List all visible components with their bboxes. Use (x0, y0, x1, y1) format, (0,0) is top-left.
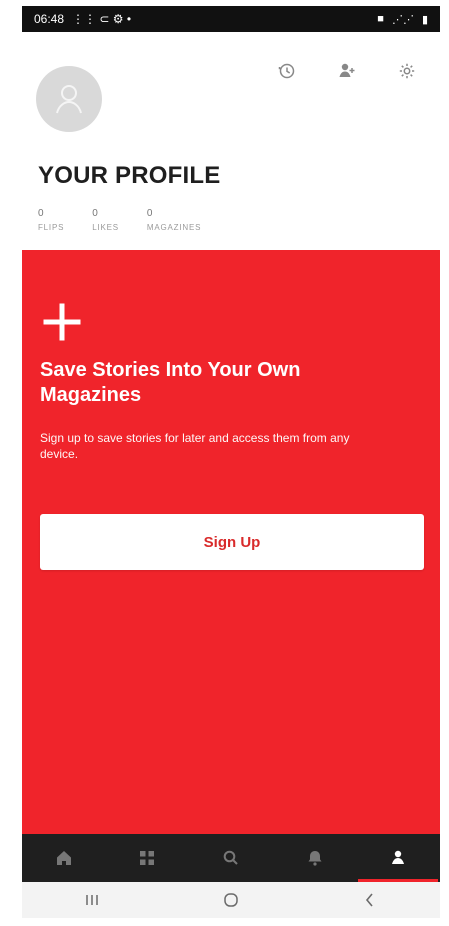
likes-label: LIKES (92, 223, 119, 232)
promo-title: Save Stories Into Your Own Magazines (40, 359, 301, 406)
status-left: 06:48 ⋮⋮ ⊂ ⚙ • (34, 12, 131, 26)
profile-tab[interactable] (381, 841, 415, 875)
bottom-tab-bar (22, 834, 440, 882)
status-right: ■ ⋰⋰ ▮ (377, 13, 428, 26)
flips-stat[interactable]: 0 FLIPS (38, 208, 64, 232)
avatar[interactable] (36, 66, 102, 132)
magazines-label: MAGAZINES (146, 223, 202, 232)
magazines-count: 0 (146, 208, 153, 219)
status-bar: 06:48 ⋮⋮ ⊂ ⚙ • ■ ⋰⋰ ▮ (22, 6, 440, 32)
avatar-user-icon (56, 85, 82, 114)
notification-icon (308, 851, 322, 866)
android-navigation-bar (22, 882, 440, 918)
battery-saver-icon: ■ (377, 13, 384, 25)
notifications-tab[interactable] (298, 841, 332, 875)
promo-description: Sign up to save stories for later and ac… (40, 431, 350, 461)
home-tab[interactable] (47, 841, 81, 875)
profile-section: YOUR PROFILE 0 FLIPS 0 LIKES 0 MAGAZINES (22, 32, 440, 250)
history-icon[interactable] (276, 60, 298, 82)
battery-icon: ▮ (421, 13, 428, 26)
app-screen: 06:48 ⋮⋮ ⊂ ⚙ • ■ ⋰⋰ ▮ YOUR PROFILE 0 FLI… (22, 6, 440, 918)
profile-actions (276, 60, 418, 82)
sign-up-button[interactable]: Sign Up (40, 514, 424, 570)
notification-icons: ⋮⋮ ⊂ ⚙ • (72, 12, 132, 26)
recent-apps-icon[interactable] (72, 888, 112, 912)
back-icon[interactable] (350, 888, 390, 912)
flips-label: FLIPS (38, 223, 65, 232)
likes-count: 0 (92, 208, 98, 219)
explore-tab[interactable] (130, 841, 164, 875)
magazines-stat[interactable]: 0 MAGAZINES (147, 208, 201, 232)
plus-icon (43, 303, 81, 341)
home-circle-icon[interactable] (211, 888, 251, 912)
search-tab[interactable] (214, 841, 248, 875)
settings-icon[interactable] (396, 60, 418, 82)
profile-icon (392, 850, 405, 864)
status-time: 06:48 (34, 12, 65, 26)
home-icon (56, 851, 71, 865)
grid-icon (140, 851, 155, 865)
add-user-icon[interactable] (336, 60, 358, 82)
profile-stats: 0 FLIPS 0 LIKES 0 MAGAZINES (38, 208, 201, 232)
page-title: YOUR PROFILE (38, 162, 221, 189)
signal-icon: ⋰⋰ (391, 13, 414, 26)
search-icon (223, 850, 238, 865)
likes-stat[interactable]: 0 LIKES (92, 208, 119, 232)
save-stories-promo: Save Stories Into Your Own Magazines Sig… (22, 250, 440, 834)
flips-count: 0 (38, 208, 44, 219)
